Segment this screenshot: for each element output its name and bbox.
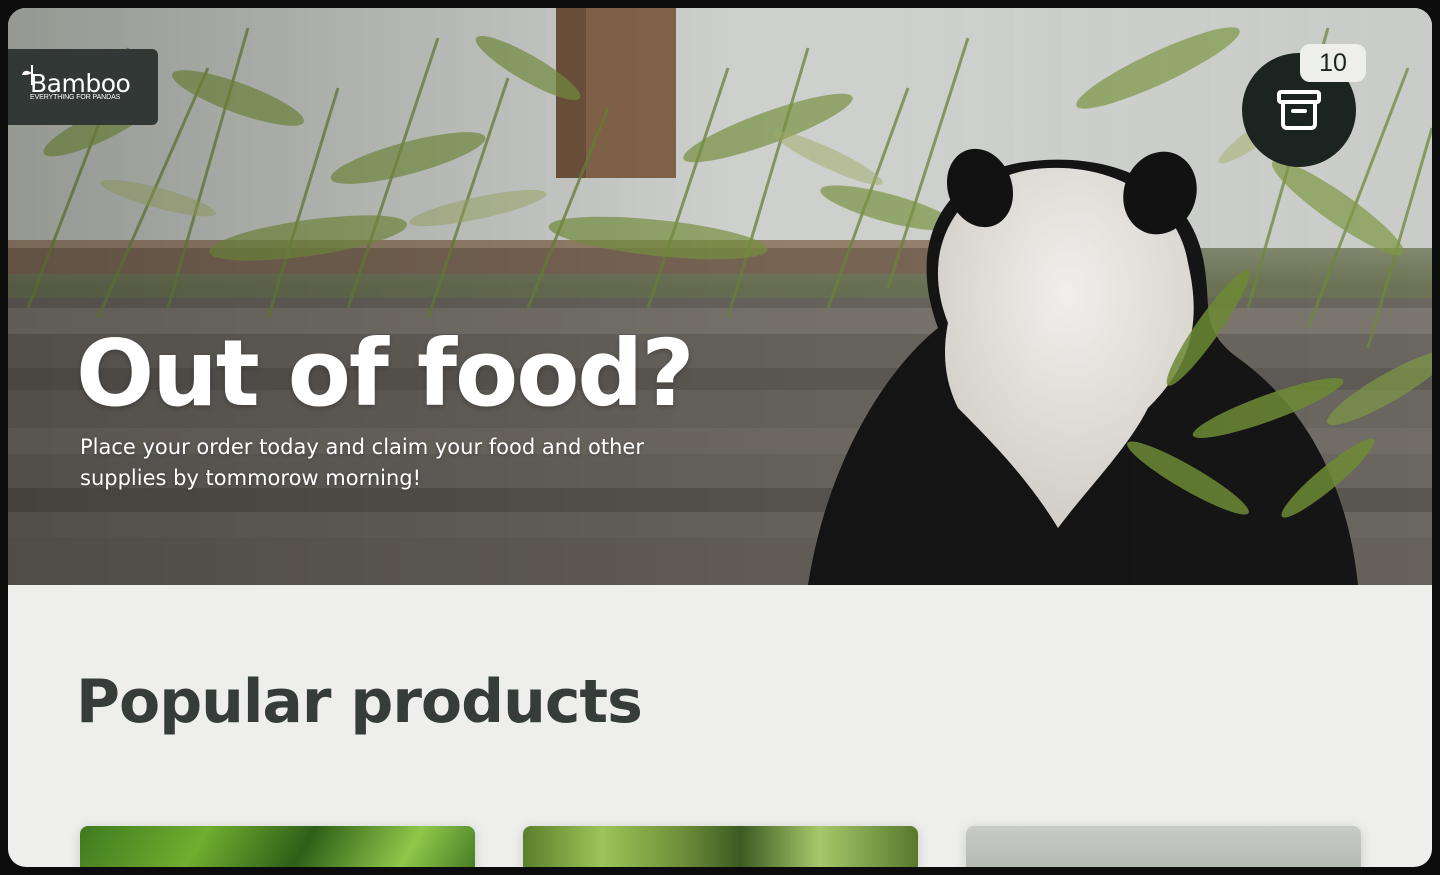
product-card[interactable] (80, 826, 475, 867)
hero-subtitle: Place your order today and claim your fo… (80, 435, 644, 490)
brand-logo[interactable]: Bamboo EVERYTHING FOR PANDAS (8, 49, 158, 125)
hero-banner: Bamboo EVERYTHING FOR PANDAS 10 Out of f… (8, 8, 1432, 585)
product-card[interactable] (523, 826, 918, 867)
hero-overlay (8, 8, 1432, 585)
page-frame: Bamboo EVERYTHING FOR PANDAS 10 Out of f… (8, 8, 1432, 867)
cart-count-badge: 10 (1300, 44, 1366, 82)
archive-box-icon (1277, 90, 1321, 130)
brand-tagline: EVERYTHING FOR PANDAS (30, 94, 121, 101)
product-card[interactable] (966, 826, 1361, 867)
popular-products-heading: Popular products (76, 667, 643, 737)
hero-title: Out of food? (76, 320, 695, 427)
